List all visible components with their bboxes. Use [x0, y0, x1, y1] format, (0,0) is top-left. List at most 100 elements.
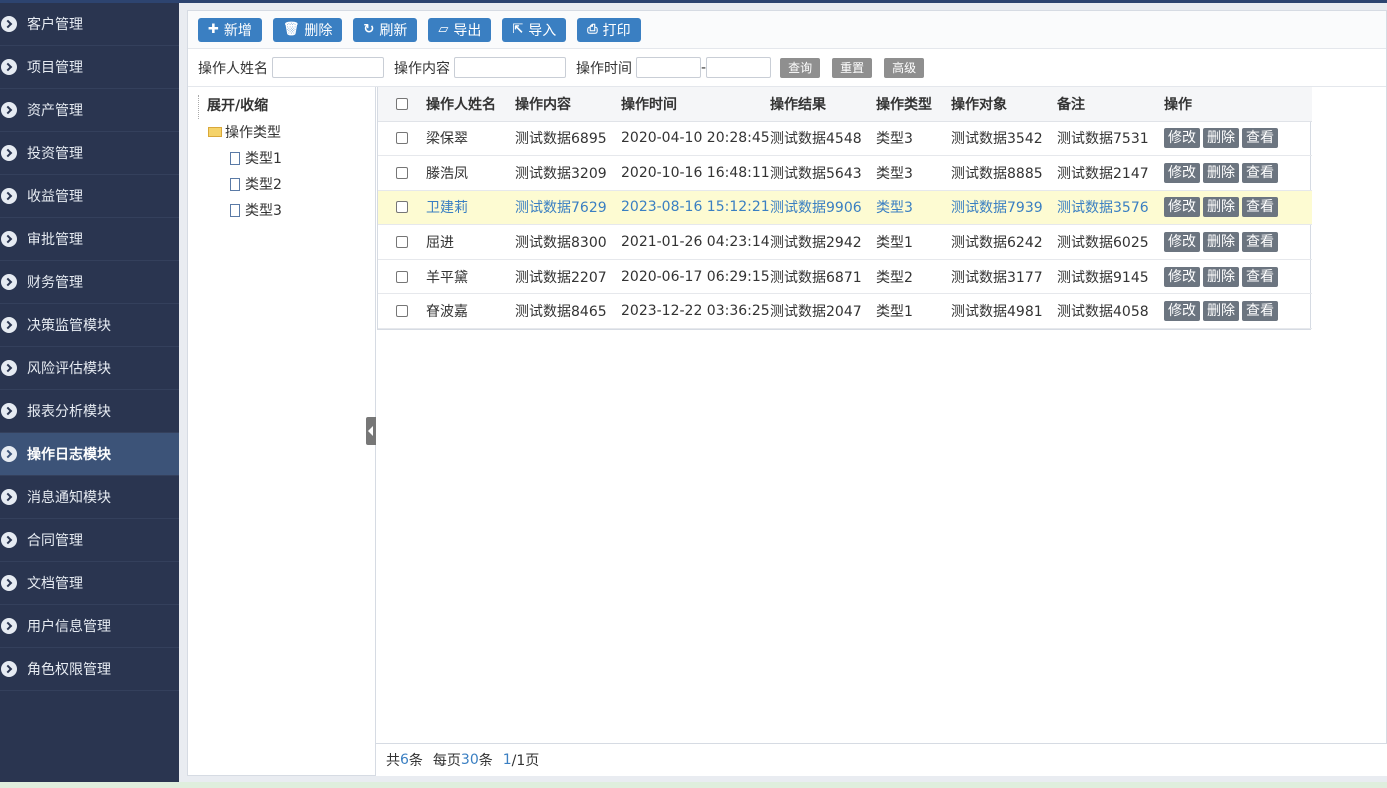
- query-button[interactable]: 查询: [780, 57, 821, 78]
- column-header[interactable]: 备注: [1057, 87, 1164, 122]
- table-cell: 类型1: [876, 293, 951, 330]
- current-page[interactable]: 1: [503, 752, 512, 768]
- delete-row-button[interactable]: 删除: [1203, 266, 1239, 287]
- tree-item-type2[interactable]: 类型2: [198, 171, 375, 197]
- table-row[interactable]: 眘波嘉 测试数据8465 2023-12-22 03:36:25 测试数据2047 类型…: [378, 293, 1312, 330]
- sidebar-item[interactable]: 合同管理: [0, 519, 179, 562]
- view-button[interactable]: 查看: [1242, 232, 1278, 253]
- row-actions: 修改 删除 查看: [1164, 121, 1312, 157]
- view-button[interactable]: 查看: [1242, 266, 1278, 287]
- per-page-count[interactable]: 30: [461, 752, 479, 768]
- sidebar-item-label: 客户管理: [27, 17, 83, 33]
- table-cell: 测试数据5643: [770, 155, 876, 191]
- sidebar-item[interactable]: 报表分析模块: [0, 390, 179, 433]
- table-cell: 测试数据8300: [515, 224, 621, 260]
- table-cell: 梁保翠: [426, 121, 515, 157]
- sidebar-item[interactable]: 用户信息管理: [0, 605, 179, 648]
- tree-item-type1[interactable]: 类型1: [198, 145, 375, 171]
- import-button[interactable]: ⇱ 导入: [502, 17, 567, 42]
- refresh-button[interactable]: ↻ 刷新: [353, 17, 418, 42]
- chevron-circle-right-icon: [1, 188, 17, 204]
- column-header[interactable]: 操作结果: [770, 87, 876, 122]
- table-cell: 测试数据9906: [770, 190, 876, 226]
- table-row[interactable]: 羊平黛 测试数据2207 2020-06-17 06:29:15 测试数据6871 类型…: [378, 259, 1312, 295]
- export-button[interactable]: ▱ 导出: [428, 17, 492, 42]
- sidebar-item[interactable]: 收益管理: [0, 175, 179, 218]
- delete-button[interactable]: 🗑 删除: [272, 17, 343, 42]
- sidebar-item[interactable]: 投资管理: [0, 132, 179, 175]
- sidebar-item[interactable]: 角色权限管理: [0, 648, 179, 691]
- column-header[interactable]: 操作对象: [951, 87, 1057, 122]
- data-grid: 操作人姓名 操作内容 操作时间 操作结果 操作类型 操作对象 备注 操作 梁保翠…: [377, 87, 1312, 331]
- row-checkbox[interactable]: [396, 132, 408, 145]
- row-checkbox[interactable]: [396, 270, 408, 283]
- table-row[interactable]: 卫建莉 测试数据7629 2023-08-16 15:12:21 测试数据9906 类型…: [378, 190, 1312, 226]
- operator-name-input[interactable]: [272, 57, 384, 78]
- edit-button[interactable]: 修改: [1164, 301, 1200, 322]
- operation-content-input[interactable]: [454, 57, 566, 78]
- edit-button[interactable]: 修改: [1164, 232, 1200, 253]
- column-header[interactable]: 操作人姓名: [426, 87, 515, 122]
- table-cell: 测试数据8885: [951, 155, 1057, 191]
- delete-row-button[interactable]: 删除: [1203, 301, 1239, 322]
- sidebar-item-label: 合同管理: [27, 533, 83, 549]
- table-cell: 测试数据3576: [1057, 190, 1164, 226]
- chevron-circle-right-icon: [1, 16, 17, 32]
- add-button[interactable]: ✚ 新增: [198, 17, 262, 42]
- view-button[interactable]: 查看: [1242, 301, 1278, 322]
- view-button[interactable]: 查看: [1242, 128, 1278, 149]
- table-row[interactable]: 滕浩凤 测试数据3209 2020-10-16 16:48:11 测试数据5643 类型…: [378, 155, 1312, 191]
- edit-button[interactable]: 修改: [1164, 266, 1200, 287]
- table-cell: 测试数据3542: [951, 121, 1057, 157]
- sidebar-item[interactable]: 客户管理: [0, 3, 179, 46]
- delete-row-button[interactable]: 删除: [1203, 232, 1239, 253]
- tree-expand-toggle[interactable]: 展开/收缩: [198, 95, 375, 119]
- view-button[interactable]: 查看: [1242, 197, 1278, 218]
- reset-button[interactable]: 重置: [832, 57, 873, 78]
- view-button[interactable]: 查看: [1242, 162, 1278, 183]
- sidebar-item[interactable]: 操作日志模块: [0, 433, 179, 476]
- select-all-checkbox[interactable]: [396, 97, 408, 110]
- print-button[interactable]: ⎙ 打印: [577, 17, 641, 42]
- row-select-cell: [378, 224, 426, 260]
- sidebar-item[interactable]: 审批管理: [0, 218, 179, 261]
- advanced-button[interactable]: 高级: [884, 57, 925, 78]
- row-checkbox[interactable]: [396, 201, 408, 214]
- row-checkbox[interactable]: [396, 236, 408, 249]
- table-cell: 测试数据3209: [515, 155, 621, 191]
- collapse-panel-handle[interactable]: [366, 417, 376, 445]
- tree-folder[interactable]: 操作类型: [198, 119, 375, 145]
- document-icon: [230, 151, 240, 165]
- tree-item-type3[interactable]: 类型3: [198, 197, 375, 223]
- table-row[interactable]: 屈进 测试数据8300 2021-01-26 04:23:14 测试数据2942 类型1…: [378, 224, 1312, 260]
- edit-button[interactable]: 修改: [1164, 128, 1200, 149]
- edit-button[interactable]: 修改: [1164, 197, 1200, 218]
- time-start-input[interactable]: [636, 57, 701, 78]
- delete-row-button[interactable]: 删除: [1203, 197, 1239, 218]
- sidebar-item[interactable]: 文档管理: [0, 562, 179, 605]
- column-header[interactable]: 操作时间: [621, 87, 770, 122]
- table-cell: 类型1: [876, 224, 951, 260]
- table-cell: 类型3: [876, 190, 951, 226]
- delete-row-button[interactable]: 删除: [1203, 162, 1239, 183]
- delete-row-button[interactable]: 删除: [1203, 128, 1239, 149]
- time-end-input[interactable]: [706, 57, 772, 78]
- sidebar-item-label: 收益管理: [27, 189, 83, 205]
- sidebar-item[interactable]: 项目管理: [0, 46, 179, 89]
- type-tree: 展开/收缩 操作类型 类型1 类型2 类型3: [188, 87, 376, 775]
- column-header[interactable]: 操作类型: [876, 87, 951, 122]
- edit-button[interactable]: 修改: [1164, 162, 1200, 183]
- sidebar-item[interactable]: 财务管理: [0, 261, 179, 304]
- sidebar-item[interactable]: 风险评估模块: [0, 347, 179, 390]
- table-cell: 测试数据2207: [515, 259, 621, 295]
- table-cell: 测试数据8465: [515, 293, 621, 330]
- total-pages: /1页: [511, 753, 540, 769]
- sidebar-item[interactable]: 决策监管模块: [0, 304, 179, 347]
- row-checkbox[interactable]: [396, 166, 408, 179]
- column-header[interactable]: 操作内容: [515, 87, 621, 122]
- sidebar-item-label: 审批管理: [27, 232, 83, 248]
- table-row[interactable]: 梁保翠 测试数据6895 2020-04-10 20:28:45 测试数据4548 类型…: [378, 121, 1312, 157]
- row-checkbox[interactable]: [396, 305, 408, 318]
- sidebar-item[interactable]: 消息通知模块: [0, 476, 179, 519]
- sidebar-item[interactable]: 资产管理: [0, 89, 179, 132]
